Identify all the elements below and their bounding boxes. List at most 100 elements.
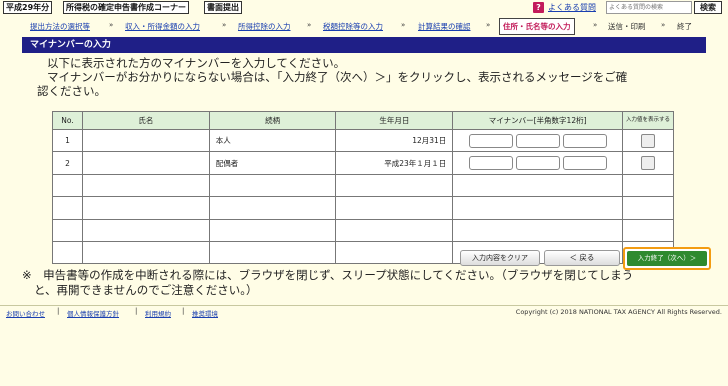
page-title: マイナンバーの入力 [22,37,706,53]
step-result-check[interactable]: 計算結果の確認 [418,21,471,32]
table-header-row: No. 氏名 続柄 生年月日 マイナンバー[半角数字12桁] 入力値を表示する [52,111,674,130]
step-finish: 終了 [677,22,692,31]
step-deduction-input[interactable]: 所得控除の入力 [238,21,291,32]
row-my-number [452,218,624,242]
row-birthdate [335,240,454,265]
copyright-text: Copyright (c) 2018 NATIONAL TAX AGENCY A… [515,308,722,316]
intro-line-1: 以下に表示された方のマイナンバーを入力してください。 [47,56,346,70]
footer-separator: | [135,307,138,315]
my-number-input-2[interactable] [515,133,560,148]
step-income-input[interactable]: 収入・所得金額の入力 [125,21,200,32]
intro-line-2: マイナンバーがお分かりにならない場合は、「入力終了（次へ）＞」をクリックし、表示… [47,70,628,84]
row-name [81,128,210,153]
row-relation: 本人 [208,128,337,153]
row-show-value [622,151,674,175]
my-number-input-1[interactable] [468,156,513,171]
finish-input-next-button[interactable]: 入力終了（次へ）＞ [627,251,707,266]
row-no [52,196,83,220]
step-separator-icon: » [222,21,227,29]
col-header-birthdate: 生年月日 [335,111,454,130]
row-birthdate: 12月31日 [335,128,454,153]
intro-text: 以下に表示された方のマイナンバーを入力してください。 マイナンバーがお分かりにな… [37,56,707,98]
step-send-print: 送信・印刷 [608,22,646,31]
row-relation [208,240,337,265]
col-header-no: No. [52,111,83,130]
tax-year-button[interactable]: 平成29年分 [3,1,53,14]
row-show-value [622,196,674,220]
back-button[interactable]: ＜ 戻る [544,250,620,266]
footer-link-privacy[interactable]: 個人情報保護方針 [67,308,119,318]
table-row [52,196,674,220]
row-no: 2 [52,151,83,175]
col-header-show-value: 入力値を表示する [622,111,674,130]
table-row [52,218,674,242]
faq-search-input[interactable] [606,1,692,14]
table-row: 1 本人 12月31日 [52,128,674,153]
step-separator-icon: » [109,21,114,29]
col-header-name: 氏名 [81,111,210,130]
footer-link-contact[interactable]: お問い合わせ [6,308,45,318]
show-value-checkbox[interactable] [641,133,656,148]
footer-divider [0,305,728,306]
row-name [81,151,210,175]
step-separator-icon: » [401,21,406,29]
step-address-name-current: 住所・氏名等の入力 [499,18,575,35]
top-bar: 平成29年分 所得税の確定申告書作成コーナー 書面提出 ? よくある質問 検索 [0,0,728,16]
row-relation [208,173,337,198]
step-separator-icon: » [661,21,666,29]
row-my-number [452,151,624,175]
step-separator-icon: » [593,21,598,29]
row-no [52,218,83,242]
table-row [52,173,674,198]
my-number-input-2[interactable] [515,156,560,171]
col-header-relation: 続柄 [208,111,337,130]
step-separator-icon: » [486,21,491,29]
row-relation: 配偶者 [208,151,337,175]
paper-submit-button[interactable]: 書面提出 [204,1,242,14]
filing-corner-button[interactable]: 所得税の確定申告書作成コーナー [63,1,189,14]
my-number-input-3[interactable] [562,133,607,148]
row-birthdate [335,173,454,198]
row-no [52,173,83,198]
clear-input-button[interactable]: 入力内容をクリア [460,250,540,266]
row-show-value [622,173,674,198]
row-my-number [452,128,624,153]
row-my-number [452,196,624,220]
row-name [81,173,210,198]
next-button-focus-ring: 入力終了（次へ）＞ [623,247,711,270]
intro-line-3: 認ください。 [37,84,106,98]
step-separator-icon: » [307,21,312,29]
row-relation [208,218,337,242]
step-submission-method[interactable]: 提出方法の選択等 [30,21,90,32]
step-navigation: 提出方法の選択等 » 収入・所得金額の入力 » 所得控除の入力 » 税額控除等の… [0,17,728,35]
row-birthdate [335,218,454,242]
notice-line-1: ※ 申告書等の作成を中断される際には、ブラウザを閉じず、スリープ状態にしてくださ… [22,268,634,282]
my-number-input-3[interactable] [562,156,607,171]
row-birthdate: 平成23年１月１日 [335,151,454,175]
row-name [81,218,210,242]
search-button[interactable]: 検索 [694,1,722,14]
footer-link-terms[interactable]: 利用規約 [145,308,171,318]
footer-link-environment[interactable]: 推奨環境 [192,308,218,318]
row-my-number [452,173,624,198]
row-show-value [622,218,674,242]
row-name [81,196,210,220]
my-number-input-1[interactable] [468,133,513,148]
footer: お問い合わせ | 個人情報保護方針 | 利用規約 | 推奨環境 Copyrigh… [0,307,728,319]
table-row: 2 配偶者 平成23年１月１日 [52,151,674,175]
row-birthdate [335,196,454,220]
suspend-notice: ※ 申告書等の作成を中断される際には、ブラウザを閉じず、スリープ状態にしてくださ… [22,268,702,298]
step-tax-credit-input[interactable]: 税額控除等の入力 [323,21,383,32]
row-name [81,240,210,265]
row-relation [208,196,337,220]
row-show-value [622,128,674,153]
show-value-checkbox[interactable] [641,156,656,171]
help-question-icon[interactable]: ? [533,2,544,13]
footer-separator: | [182,307,185,315]
col-header-my-number: マイナンバー[半角数字12桁] [452,111,624,130]
faq-link[interactable]: よくある質問 [548,2,596,13]
row-no: 1 [52,128,83,153]
my-number-table: No. 氏名 続柄 生年月日 マイナンバー[半角数字12桁] 入力値を表示する … [52,111,674,265]
footer-separator: | [57,307,60,315]
row-no [52,240,83,265]
